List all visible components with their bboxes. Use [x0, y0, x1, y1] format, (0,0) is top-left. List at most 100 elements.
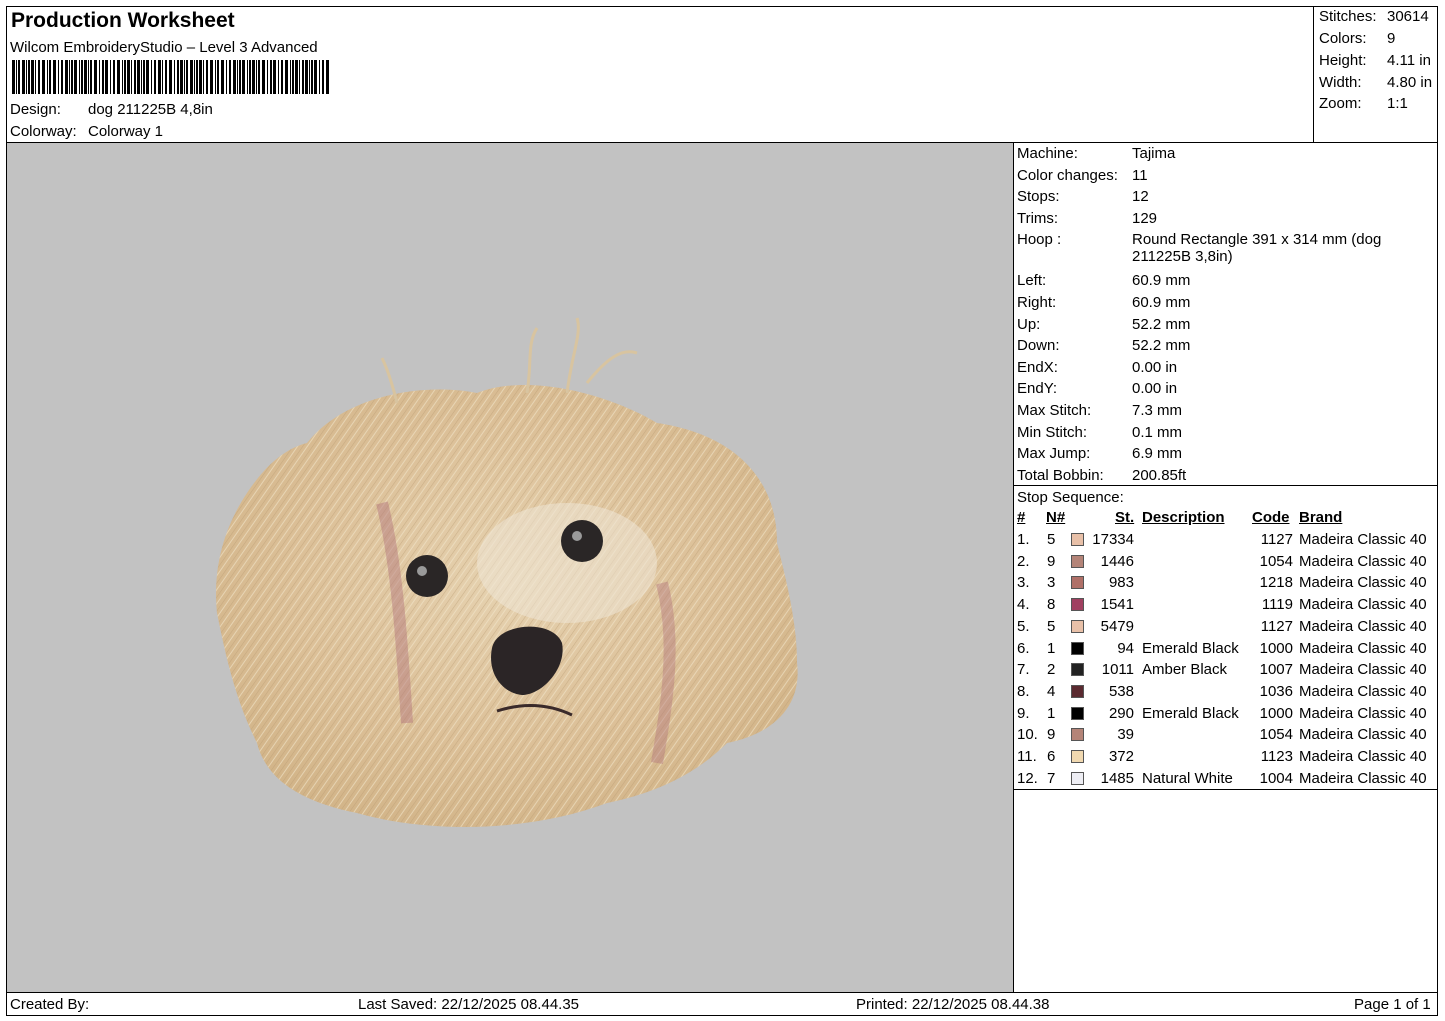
- color-swatch: [1071, 663, 1084, 677]
- row-code: 1000: [1259, 704, 1293, 722]
- col-stitches-header: St.: [1115, 509, 1135, 526]
- row-code: 1007: [1259, 661, 1293, 679]
- barcode-bar: [174, 60, 175, 94]
- dog-embroidery-image: [216, 317, 798, 827]
- barcode-bar: [239, 60, 241, 94]
- barcode-bar: [69, 60, 70, 94]
- barcode-bar: [94, 60, 97, 94]
- row-needle: 4: [1047, 682, 1056, 700]
- row-code: 1127: [1260, 617, 1293, 635]
- barcode-bar: [53, 60, 56, 94]
- color-swatch: [1071, 533, 1084, 546]
- row-index: 5.: [1017, 617, 1030, 635]
- machine-info-label: Left:: [1017, 272, 1047, 290]
- row-stitches: 39: [1117, 726, 1134, 744]
- machine-info-value: 60.9 mm: [1132, 272, 1191, 290]
- machine-info-panel: Machine: Tajima Color changes: 11 Stops: 12 Tr…: [1013, 143, 1438, 992]
- row-index: 12.: [1017, 769, 1038, 787]
- section-divider: [1014, 789, 1438, 790]
- stat-row: Colors: 9: [1319, 30, 1396, 47]
- col-idx-header: #: [1017, 509, 1026, 526]
- barcode-bar: [319, 60, 320, 94]
- barcode-bar: [137, 60, 140, 94]
- last-saved: Last Saved: 22/12/2025 08.44.35: [358, 996, 580, 1013]
- machine-info-label: EndY:: [1017, 380, 1058, 398]
- color-swatch: [1071, 706, 1084, 720]
- row-needle: 3: [1047, 574, 1056, 592]
- barcode-bar: [169, 60, 172, 94]
- machine-info-value: 60.9 mm: [1132, 294, 1191, 311]
- stop-sequence-row: 12. 7 1485 Natural White 1004 Madeira Classic…: [1014, 770, 1438, 791]
- row-brand: Madeira Classic 40: [1299, 682, 1427, 700]
- barcode-bar: [49, 60, 51, 94]
- stat-row: Width: 4.80 in: [1319, 74, 1433, 91]
- barcode-bar: [314, 60, 317, 94]
- barcode-bar: [226, 60, 227, 94]
- row-brand: Madeira Classic 40: [1299, 639, 1427, 657]
- row-needle: 6: [1047, 748, 1056, 765]
- barcode-bar: [12, 60, 15, 94]
- row-stitches: 1541: [1100, 596, 1134, 614]
- stat-row: Zoom: 1:1: [1319, 95, 1408, 112]
- row-description: Natural White: [1142, 769, 1233, 787]
- barcode-bar: [102, 60, 104, 94]
- color-swatch: [1071, 771, 1084, 785]
- color-swatch: [1071, 641, 1084, 655]
- barcode-bar: [88, 60, 89, 94]
- barcode-bar: [206, 60, 208, 94]
- barcode-bar: [217, 60, 219, 94]
- barcode-bar: [71, 60, 73, 94]
- stop-sequence-header: # N# St. Description Code Brand: [1014, 509, 1438, 530]
- row-code: 1004: [1259, 769, 1293, 787]
- barcode-bar: [299, 60, 300, 94]
- row-needle: 7: [1047, 769, 1056, 787]
- barcode-bar: [165, 60, 167, 94]
- row-needle: 9: [1047, 726, 1056, 744]
- barcode-bar: [221, 60, 224, 94]
- row-stitches: 5479: [1100, 617, 1134, 635]
- row-brand: Madeira Classic 40: [1299, 596, 1427, 614]
- barcode-bar: [326, 60, 329, 94]
- worksheet-footer: Created By: Last Saved: 22/12/2025 08.44…: [6, 992, 1438, 1016]
- barcode-bar: [134, 60, 136, 94]
- row-index: 8.: [1017, 682, 1030, 700]
- row-brand: Madeira Classic 40: [1299, 661, 1427, 679]
- stop-sequence-row: 5. 5 5479 1127 Madeira Classic 40: [1014, 618, 1438, 639]
- barcode-bar: [16, 60, 17, 94]
- col-description-header: Description: [1142, 509, 1225, 526]
- barcode-bar: [124, 60, 126, 94]
- row-brand: Madeira Classic 40: [1299, 748, 1427, 765]
- barcode-bar: [199, 60, 202, 94]
- barcode-bar: [278, 60, 279, 94]
- software-name: Wilcom EmbroideryStudio – Level 3 Advanc…: [10, 39, 318, 56]
- barcode-bar: [105, 60, 108, 94]
- machine-info-label: Total Bobbin:: [1017, 466, 1104, 484]
- row-stitches: 983: [1108, 574, 1134, 592]
- stop-sequence-row: 10. 9 39 1054 Madeira Classic 40: [1014, 726, 1438, 747]
- row-needle: 1: [1047, 704, 1056, 722]
- page-title: Production Worksheet: [11, 9, 235, 32]
- row-brand: Madeira Classic 40: [1299, 552, 1427, 570]
- colorway-label: Colorway:: [10, 123, 77, 140]
- row-code: 1000: [1259, 639, 1293, 657]
- stop-sequence-row: 8. 4 538 1036 Madeira Classic 40: [1014, 683, 1438, 704]
- row-code: 1054: [1259, 552, 1293, 570]
- row-brand: Madeira Classic 40: [1299, 769, 1427, 787]
- row-brand: Madeira Classic 40: [1299, 531, 1427, 548]
- barcode-bar: [151, 60, 152, 94]
- machine-info-label: Hoop :: [1017, 231, 1062, 249]
- barcode-bar: [117, 60, 120, 94]
- row-needle: 1: [1047, 639, 1056, 657]
- design-value: dog 211225B 4,8in: [88, 101, 213, 118]
- color-swatch: [1071, 750, 1084, 763]
- colorway-row: Colorway: Colorway 1: [10, 123, 163, 140]
- row-description: Emerald Black: [1142, 639, 1239, 657]
- barcode-bar: [186, 60, 188, 94]
- barcode-bar: [249, 60, 251, 94]
- row-code: 1119: [1261, 596, 1293, 614]
- machine-info-value: 200.85ft: [1132, 466, 1187, 484]
- stop-sequence-row: 11. 6 372 1123 Madeira Classic 40: [1014, 748, 1438, 769]
- color-swatch: [1071, 554, 1084, 568]
- barcode-bar: [110, 60, 111, 94]
- barcode-bar: [22, 60, 25, 94]
